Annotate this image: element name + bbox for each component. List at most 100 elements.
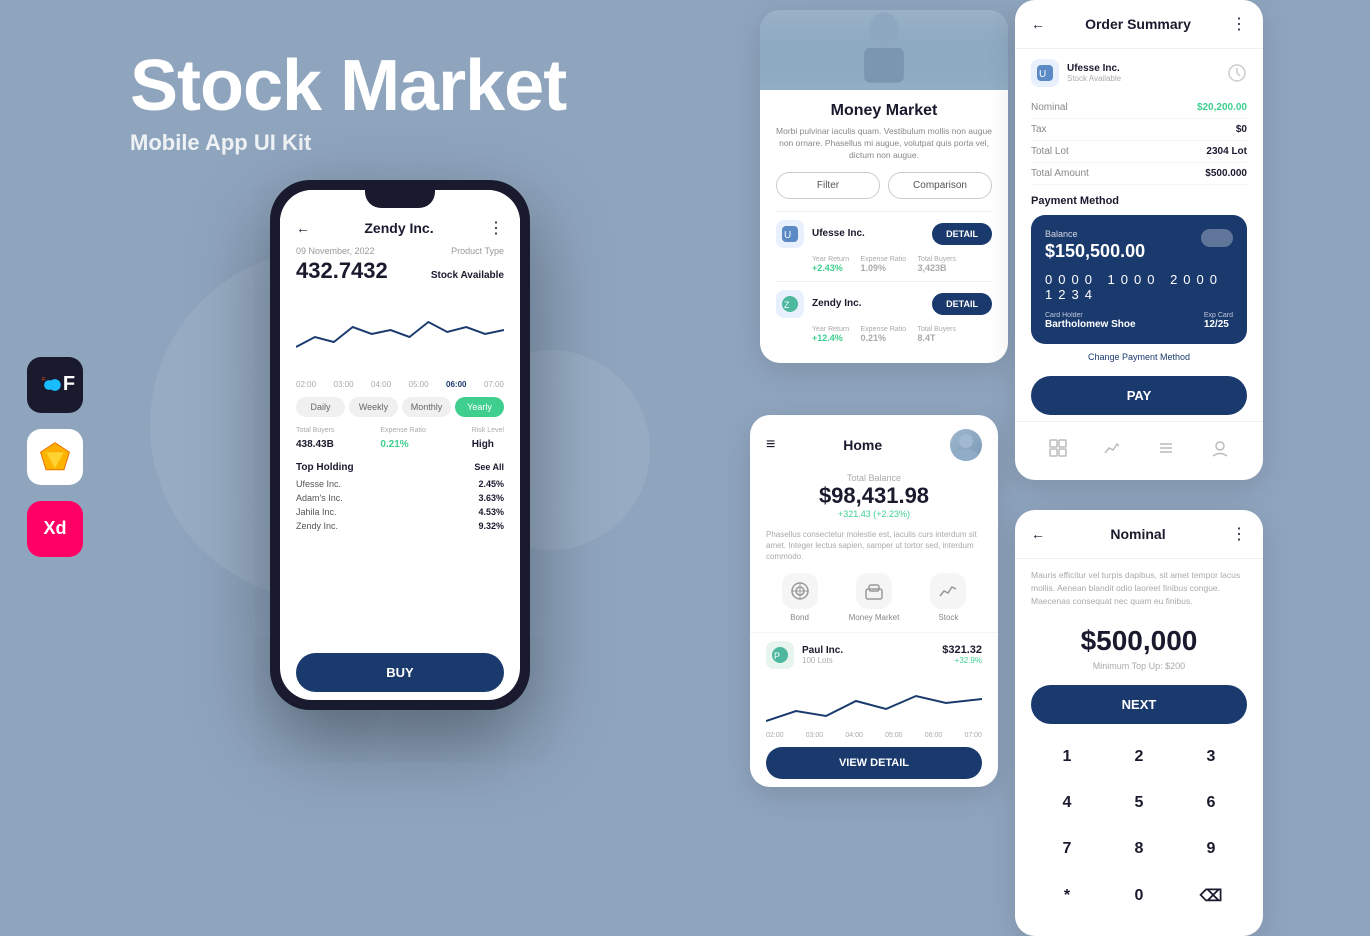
next-button[interactable]: NEXT [1031,685,1247,724]
period-buttons: Daily Weekly Monthly Yearly [296,397,504,417]
user-avatar [950,429,982,461]
paul-fund-icon: P [766,641,794,669]
phone-frame: ← Zendy Inc. ⋮ 09 November, 2022 Product… [270,180,530,710]
phone-date-row: 09 November, 2022 Product Type [296,246,504,256]
pay-button[interactable]: PAY [1031,376,1247,415]
numpad-4[interactable]: 4 [1031,780,1103,826]
numpad-7[interactable]: 7 [1031,826,1103,872]
ufesse-total-buyers: 3,423B [917,263,956,273]
action-stock[interactable]: Stock [930,573,966,622]
order-title: Order Summary [1085,16,1191,32]
home-fund-value: $321.32 +32.9% [942,644,982,665]
stock-label: Stock [938,613,958,622]
period-monthly[interactable]: Monthly [402,397,451,417]
home-title: Home [843,437,882,453]
company-info: U Ufesse Inc. Stock Available [1031,59,1121,87]
phone-chart [296,292,504,372]
nominal-description: Mauris efficitur vel turpis dapibus, sit… [1015,559,1263,617]
phone-date: 09 November, 2022 [296,246,375,256]
stock-icon [930,573,966,609]
svg-text:F: F [42,376,46,382]
zendy-detail-button[interactable]: DETAIL [932,293,992,315]
card-holder-name: Bartholomew Shoe [1045,319,1136,330]
order-total-amount-row: Total Amount $500.000 [1031,163,1247,185]
bond-label: Bond [790,613,809,622]
holding-adams: Adam's Inc. 3.63% [296,493,504,503]
numpad-3[interactable]: 3 [1175,734,1247,780]
svg-text:U: U [1039,69,1046,80]
numpad-8[interactable]: 8 [1103,826,1175,872]
svg-text:U: U [784,230,791,241]
view-detail-button[interactable]: VIEW DETAIL [766,747,982,779]
change-payment-link[interactable]: Change Payment Method [1047,352,1231,362]
total-lot-value: 2304 Lot [1206,146,1247,157]
nav-chart-icon[interactable] [1096,432,1128,464]
nominal-title: Nominal [1110,526,1165,542]
home-actions: Bond Money Market Stock [750,573,998,632]
period-weekly[interactable]: Weekly [349,397,398,417]
period-yearly[interactable]: Yearly [455,397,504,417]
balance-amount: $98,431.98 [766,483,982,509]
nominal-more-icon[interactable]: ⋮ [1231,524,1247,544]
xd-icon[interactable]: Xd [27,501,83,557]
zendy-stats: Year Return +12.4% Expense Ratio 0.21% T… [776,326,992,351]
phone-time-labels: 02:00 03:00 04:00 05:00 06:00 07:00 [296,380,504,389]
money-market-action-icon [856,573,892,609]
home-fund-info: Paul Inc. 100 Lots [802,645,934,665]
card-number: 0000 1000 2000 1234 [1045,272,1233,302]
back-arrow-icon[interactable]: ← [296,220,310,236]
expense-ratio-value: 0.21% [380,439,408,450]
home-fund-change: +32.9% [942,656,982,665]
order-more-icon[interactable]: ⋮ [1231,14,1247,34]
order-back-icon[interactable]: ← [1031,16,1045,32]
total-buyers-label: Total Buyers [296,427,335,434]
numpad-backspace[interactable]: ⌫ [1175,872,1247,920]
ufesse-stats: Year Return +2.43% Expense Ratio 1.09% T… [776,256,992,281]
action-money-market[interactable]: Money Market [849,573,900,622]
company-name: Ufesse Inc. [1067,63,1121,74]
expense-ratio-stat: Expense Ratio 0.21% [380,427,426,452]
ufesse-icon: U [776,220,804,248]
ufesse-year-return: +2.43% [812,263,849,273]
total-lot-label: Total Lot [1031,146,1069,157]
home-card: ≡ Home Total Balance $98,431.98 +321.43 … [750,415,998,787]
total-buyers-value: 438.43B [296,439,334,450]
nominal-back-icon[interactable]: ← [1031,526,1045,542]
numpad-5[interactable]: 5 [1103,780,1175,826]
numpad-6[interactable]: 6 [1175,780,1247,826]
total-amount-value: $500.000 [1205,168,1247,179]
ufesse-detail-button[interactable]: DETAIL [932,223,992,245]
numpad-9[interactable]: 9 [1175,826,1247,872]
see-all-link[interactable]: See All [474,462,504,473]
sketch-icon[interactable] [27,429,83,485]
ufesse-expense-ratio: 1.09% [861,263,907,273]
numpad-star[interactable]: * [1031,872,1103,920]
money-market-content: Money Market Morbi pulvinar iaculis quam… [760,90,1008,363]
svg-text:P: P [774,651,780,661]
numpad-1[interactable]: 1 [1031,734,1103,780]
buy-button[interactable]: BUY [296,653,504,692]
home-balance-section: Total Balance $98,431.98 +321.43 (+2.23%… [750,469,998,529]
nav-grid-icon[interactable] [1042,432,1074,464]
nav-list-icon[interactable] [1150,432,1182,464]
nav-user-icon[interactable] [1204,432,1236,464]
total-amount-label: Total Amount [1031,168,1089,179]
money-market-hero-image [760,10,1008,90]
balance-label: Total Balance [766,473,982,483]
comparison-button[interactable]: Comparison [888,172,992,199]
order-total-lot-row: Total Lot 2304 Lot [1031,141,1247,163]
period-daily[interactable]: Daily [296,397,345,417]
exp-date: 12/25 [1204,319,1233,330]
fund-zendy-item: Z Zendy Inc. DETAIL [776,281,992,326]
numpad-2[interactable]: 2 [1103,734,1175,780]
payment-card: Balance $150,500.00 0000 1000 2000 1234 … [1031,215,1247,344]
action-bond[interactable]: Bond [782,573,818,622]
nominal-amount: $500,000 [1015,617,1263,661]
figma-icon[interactable]: F F [27,357,83,413]
zendy-fund-icon: Z [776,290,804,318]
hamburger-icon[interactable]: ≡ [766,436,775,454]
filter-button[interactable]: Filter [776,172,880,199]
nominal-min-topup: Minimum Top Up: $200 [1015,661,1263,671]
numpad-0[interactable]: 0 [1103,872,1175,920]
more-options-icon[interactable]: ⋮ [488,218,504,238]
